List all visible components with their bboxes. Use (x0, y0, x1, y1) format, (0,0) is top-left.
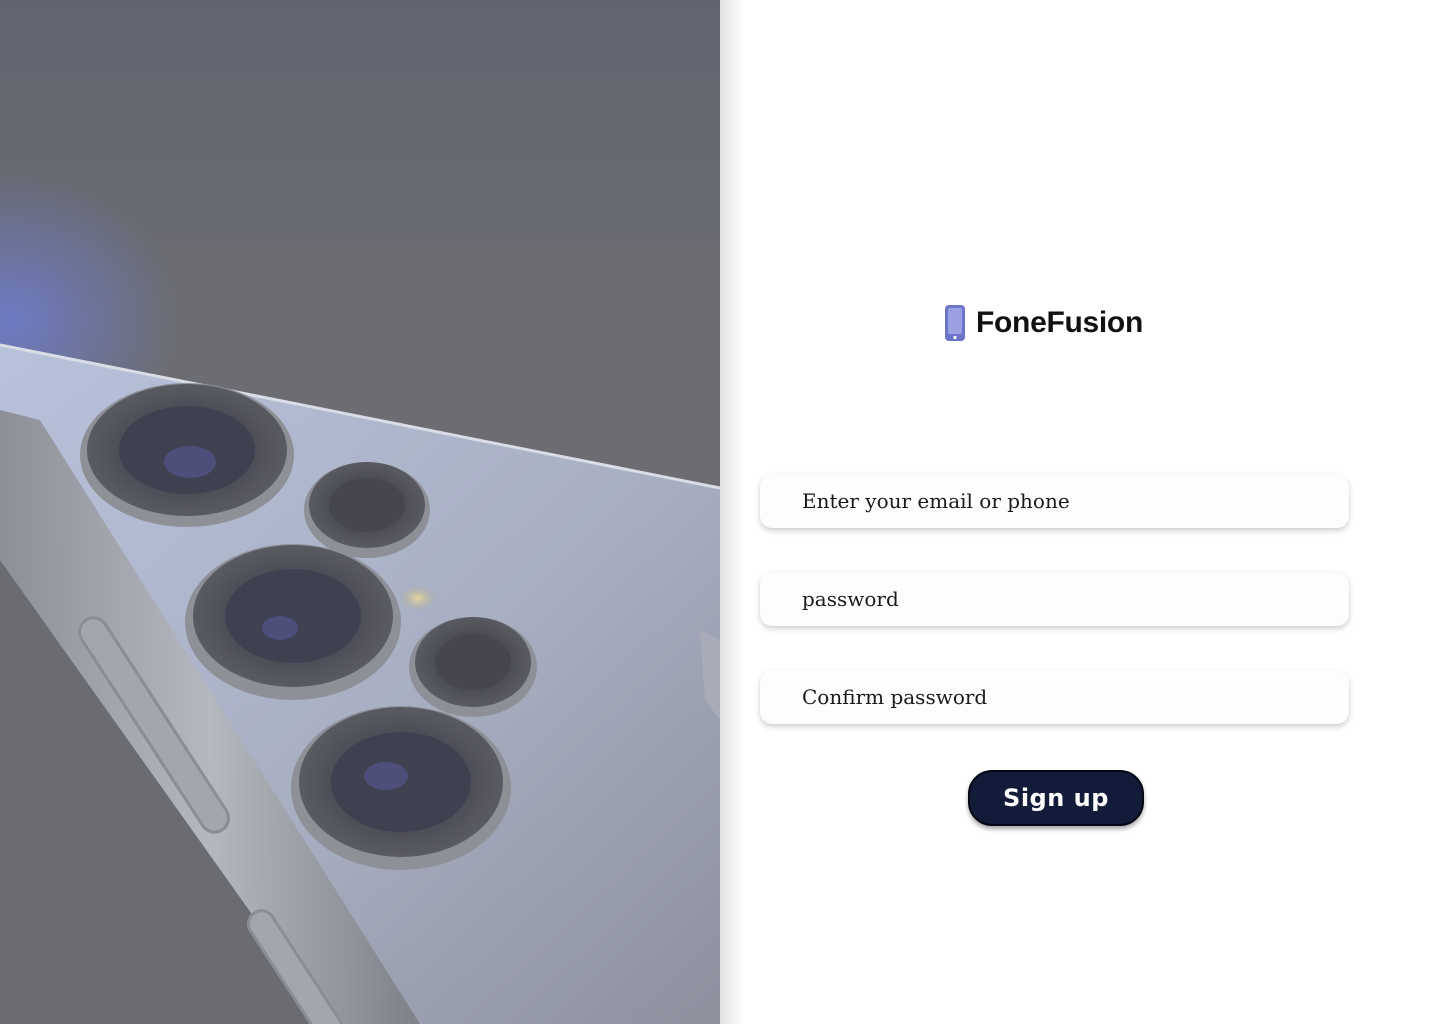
password-input[interactable] (760, 572, 1349, 626)
hero-phone-image (0, 0, 720, 1024)
email-or-phone-input[interactable] (760, 474, 1349, 528)
brand-logo: FoneFusion (944, 303, 1143, 343)
confirm-password-field-container (760, 670, 1349, 724)
confirm-password-input[interactable] (760, 670, 1349, 724)
sign-up-button[interactable]: Sign up (968, 770, 1144, 826)
phone-illustration (0, 343, 720, 1024)
smartphone-icon (945, 305, 965, 341)
panel-divider-shadow (720, 0, 744, 1024)
password-field-container (760, 572, 1349, 626)
email-field-container (760, 474, 1349, 528)
brand-name: FoneFusion (976, 306, 1143, 339)
